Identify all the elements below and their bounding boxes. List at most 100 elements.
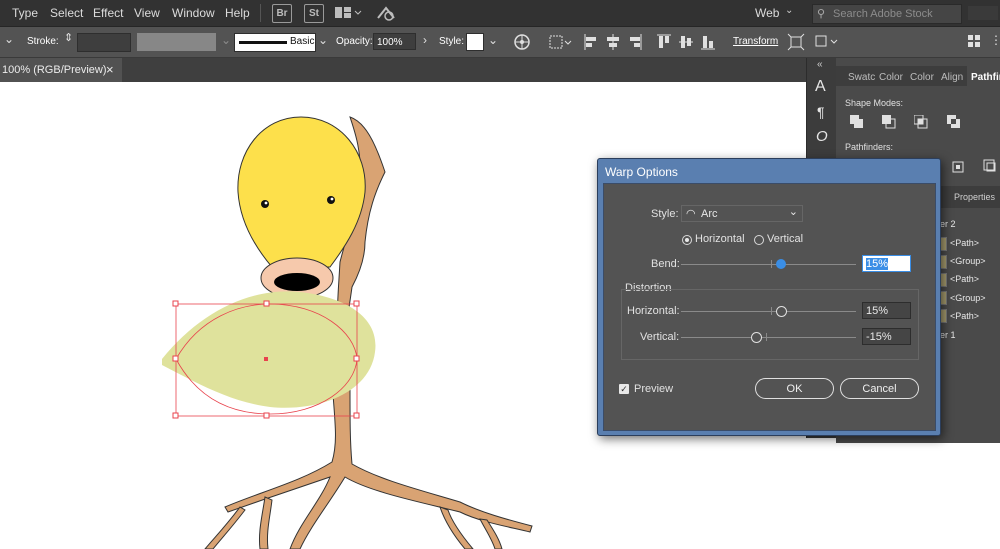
tab-properties[interactable]: Properties xyxy=(954,192,995,202)
chevron-down-icon[interactable]: ⌄ xyxy=(221,33,231,47)
collapse-panels-icon[interactable]: « xyxy=(817,59,823,70)
tab-color[interactable]: Color xyxy=(879,72,903,83)
chevron-right-icon[interactable]: › xyxy=(423,33,427,47)
style-label: Style: xyxy=(439,36,465,47)
vertical-slider-thumb[interactable] xyxy=(751,332,762,343)
search-stock-input[interactable]: ⚲ Search Adobe Stock xyxy=(812,4,962,24)
isolate-object-icon[interactable] xyxy=(787,33,805,54)
minus-back-icon[interactable] xyxy=(983,159,997,176)
selection-handle[interactable] xyxy=(263,300,270,307)
menu-help[interactable]: Help xyxy=(225,6,250,20)
menu-effect[interactable]: Effect xyxy=(93,6,123,20)
horizontal-radio-label[interactable]: Horizontal xyxy=(695,233,745,245)
graphic-style-swatch[interactable] xyxy=(466,33,484,51)
exclude-icon[interactable] xyxy=(947,115,961,132)
opentype-icon[interactable]: O xyxy=(816,128,828,145)
layer-row[interactable]: er 1 xyxy=(940,330,1000,347)
tab-color-guide[interactable]: Color xyxy=(910,72,934,83)
selection-handle[interactable] xyxy=(353,355,360,362)
opacity-field[interactable]: 100% xyxy=(373,33,416,50)
character-icon[interactable]: A xyxy=(815,78,826,96)
tab-align[interactable]: Align xyxy=(941,72,963,83)
search-placeholder: Search Adobe Stock xyxy=(833,8,933,20)
chevron-down-icon[interactable]: ⌄ xyxy=(785,5,793,16)
menu-select[interactable]: Select xyxy=(50,6,83,20)
align-right-icon[interactable] xyxy=(627,33,643,54)
transform-link[interactable]: Transform xyxy=(733,36,778,47)
close-icon[interactable]: × xyxy=(106,62,114,77)
bend-slider-track[interactable] xyxy=(681,264,856,265)
align-left-icon[interactable] xyxy=(583,33,599,54)
vertical-slider-track[interactable] xyxy=(681,337,856,338)
outline-icon[interactable] xyxy=(952,161,966,178)
vertical-radio-label[interactable]: Vertical xyxy=(767,233,803,245)
style-value: Arc xyxy=(701,208,718,220)
menu-type[interactable]: Type xyxy=(12,6,38,20)
vertical-field[interactable]: -15% xyxy=(862,328,911,345)
selection-handle[interactable] xyxy=(172,355,179,362)
layer-row[interactable]: er 2 xyxy=(940,219,1000,236)
layer-row[interactable]: <Group> xyxy=(950,293,1000,310)
paragraph-icon[interactable]: ¶ xyxy=(817,104,825,120)
workspace-switcher[interactable]: Web xyxy=(755,6,779,20)
chevron-down-icon[interactable]: ⌄ xyxy=(4,32,14,46)
control-bar: ⌄ Stroke: ⇕ ⌄ Basic ⌄ Opacity: 100% › St… xyxy=(0,27,1000,58)
menu-view[interactable]: View xyxy=(134,6,160,20)
brush-definition[interactable]: Basic xyxy=(234,33,316,52)
horizontal-slider-thumb[interactable] xyxy=(776,306,787,317)
variable-width-profile[interactable] xyxy=(137,33,216,51)
stock-icon[interactable]: St xyxy=(304,4,324,23)
stroke-weight-field[interactable] xyxy=(77,33,131,52)
preview-checkbox[interactable]: ✓ xyxy=(619,384,629,394)
layer-row[interactable]: <Group> xyxy=(950,256,1000,273)
align-top-icon[interactable] xyxy=(656,33,672,54)
style-dropdown[interactable]: ◠ Arc ⌄ xyxy=(681,205,803,222)
panel-menu-icon[interactable]: ⋮ xyxy=(990,33,1000,47)
preview-label[interactable]: Preview xyxy=(634,383,673,395)
window-controls[interactable] xyxy=(968,6,998,20)
pathfinders-label: Pathfinders: xyxy=(845,142,894,152)
selection-center-point xyxy=(264,357,268,361)
chevron-down-icon[interactable]: ⌄ xyxy=(318,33,328,47)
align-to-icon[interactable] xyxy=(548,33,574,54)
align-horizontal-center-icon[interactable] xyxy=(605,33,621,54)
bend-slider-thumb[interactable] xyxy=(776,259,786,269)
brush-label: Basic xyxy=(290,36,315,47)
slider-center-tick xyxy=(766,333,767,341)
tab-pathfinder[interactable]: Pathfin xyxy=(971,72,1000,83)
selection-handle[interactable] xyxy=(263,412,270,419)
horizontal-slider-track[interactable] xyxy=(681,311,856,312)
chevron-down-icon[interactable]: ⌄ xyxy=(488,33,498,47)
arrange-documents-icon[interactable] xyxy=(334,5,362,24)
layer-row[interactable]: <Path> xyxy=(950,238,1000,255)
minus-front-icon[interactable] xyxy=(882,115,896,132)
cancel-button[interactable]: Cancel xyxy=(840,378,919,399)
bend-field[interactable]: 15% xyxy=(862,255,911,272)
layer-row[interactable]: <Path> xyxy=(950,311,1000,328)
leaf-shape[interactable] xyxy=(162,291,376,408)
eye-highlight xyxy=(330,197,334,201)
selection-handle[interactable] xyxy=(172,412,179,419)
selection-handle[interactable] xyxy=(353,412,360,419)
recolor-artwork-icon[interactable] xyxy=(513,33,531,54)
align-bottom-icon[interactable] xyxy=(700,33,716,54)
menu-window[interactable]: Window xyxy=(172,6,215,20)
unite-icon[interactable] xyxy=(850,115,864,132)
horizontal-radio[interactable] xyxy=(682,235,692,245)
align-vertical-center-icon[interactable] xyxy=(678,33,694,54)
tab-swatches[interactable]: Swatc xyxy=(848,72,875,83)
layer-row[interactable]: <Path> xyxy=(950,274,1000,291)
dialog-body: Style: ◠ Arc ⌄ Horizontal Vertical Bend:… xyxy=(603,183,936,431)
intersect-icon[interactable] xyxy=(913,114,928,132)
envelope-distort-icon[interactable] xyxy=(814,33,840,54)
gpu-performance-icon[interactable] xyxy=(375,4,397,25)
horizontal-field[interactable]: 15% xyxy=(862,302,911,319)
grid-icon[interactable] xyxy=(968,35,980,50)
stroke-stepper-icon[interactable]: ⇕ xyxy=(64,31,73,44)
selection-handle[interactable] xyxy=(172,300,179,307)
vertical-radio[interactable] xyxy=(754,235,764,245)
document-tab[interactable]: 100% (RGB/Preview) × xyxy=(0,58,122,82)
bridge-icon[interactable]: Br xyxy=(272,4,292,23)
selection-handle[interactable] xyxy=(353,300,360,307)
ok-button[interactable]: OK xyxy=(755,378,834,399)
